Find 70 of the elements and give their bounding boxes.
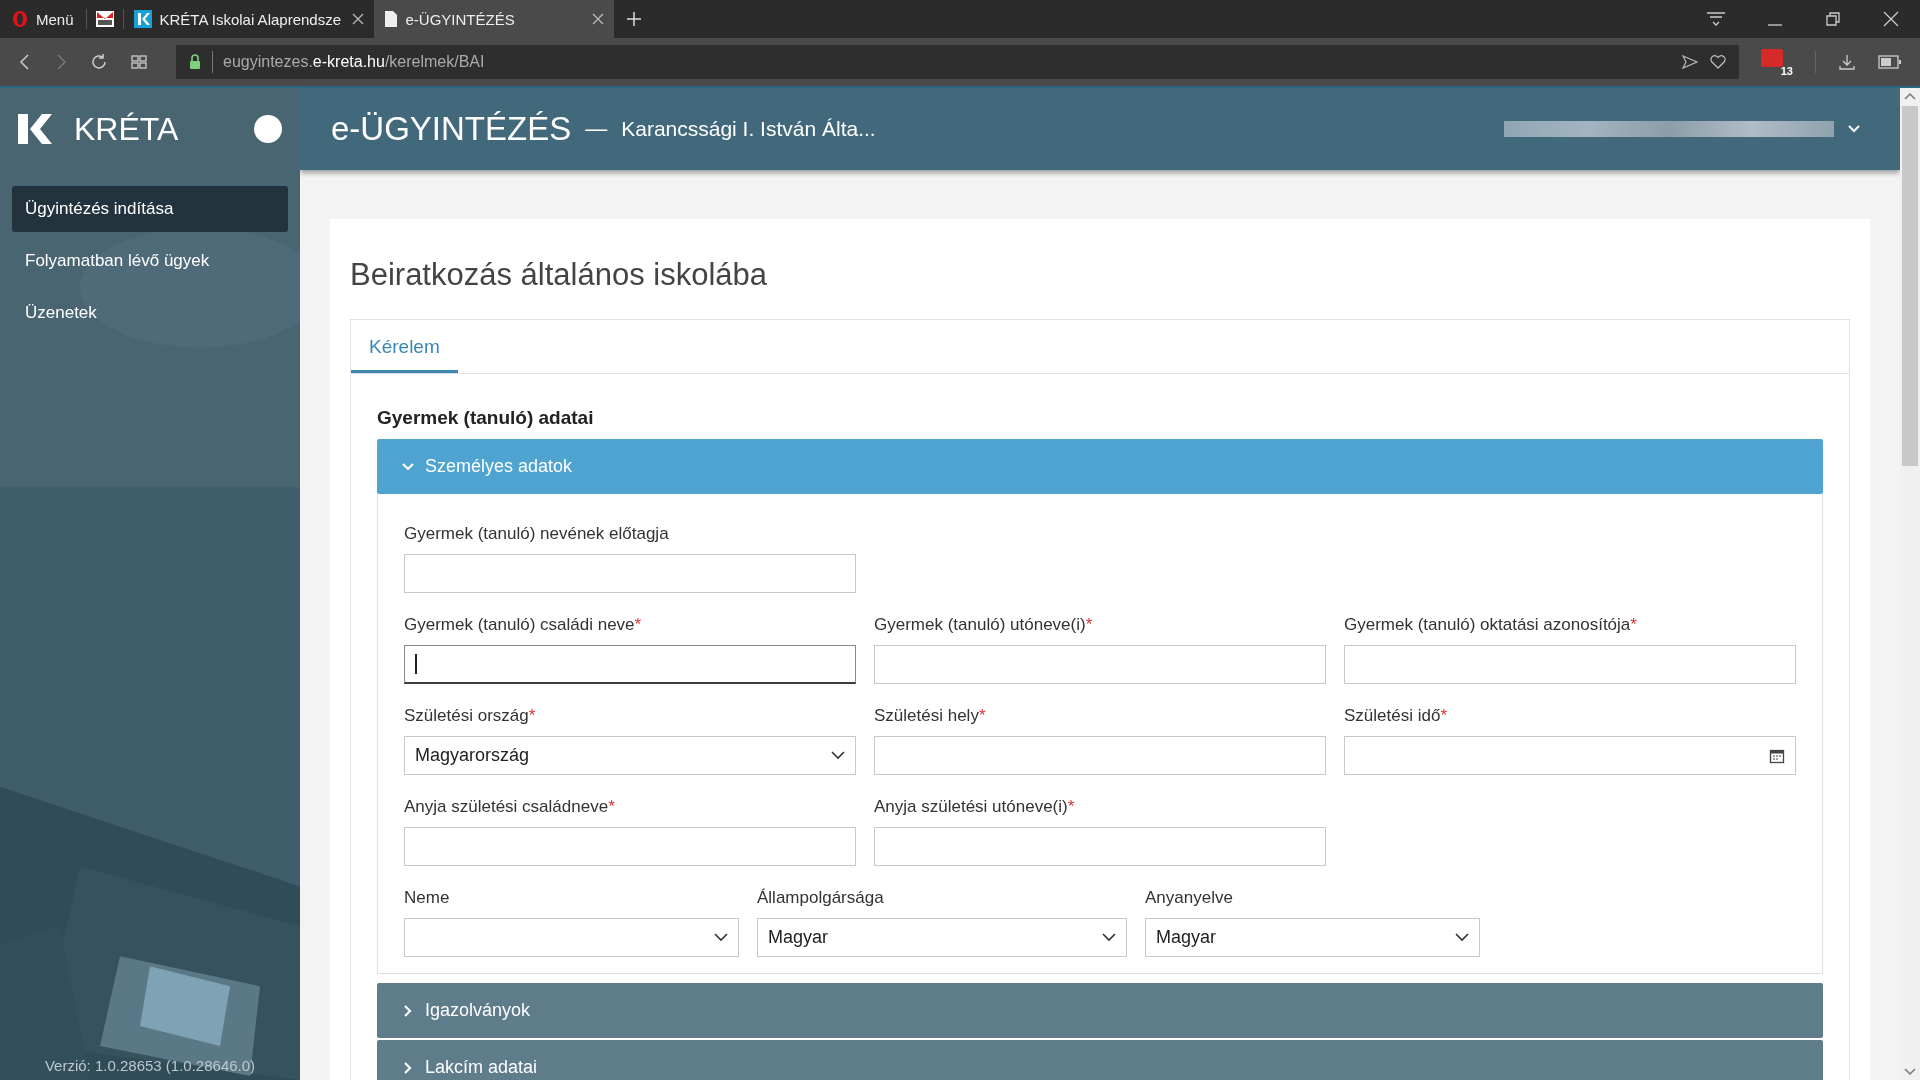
- field-label: Születési idő*: [1344, 706, 1448, 726]
- restore-icon[interactable]: [1824, 11, 1842, 27]
- chevron-down-icon: [831, 751, 845, 760]
- sidebar-item[interactable]: Folyamatban lévő ügyek: [12, 238, 288, 284]
- battery-icon: [1878, 55, 1902, 69]
- field-label: Gyermek (tanuló) családi neve*: [404, 615, 643, 635]
- calendar-icon[interactable]: [1769, 747, 1785, 764]
- input-field[interactable]: [1344, 645, 1796, 684]
- field-label: Gyermek (tanuló) oktatási azonosítója*: [1344, 615, 1638, 635]
- form-tab[interactable]: Kérelem: [351, 320, 458, 373]
- input-field[interactable]: [404, 645, 856, 684]
- field-label: Születési ország*: [404, 706, 537, 726]
- version-text: Verzió: 1.0.28653 (1.0.28646.0): [43, 1057, 257, 1076]
- section-title: Gyermek (tanuló) adatai: [377, 407, 595, 429]
- chevron-down-icon: [1455, 933, 1469, 942]
- field-label: Állampolgársága: [757, 888, 885, 908]
- close-icon[interactable]: [1882, 11, 1900, 27]
- select-field[interactable]: Magyarország: [404, 736, 856, 775]
- close-icon[interactable]: [351, 13, 364, 25]
- title-separator: —: [585, 116, 608, 142]
- field-label: Anyja születési családneve*: [404, 797, 616, 817]
- chevron-down-icon[interactable]: [1848, 125, 1860, 133]
- input-field[interactable]: [874, 645, 1326, 684]
- field-label: Anyanyelve: [1145, 888, 1234, 908]
- input-field[interactable]: [874, 827, 1326, 866]
- heart-icon[interactable]: [1709, 54, 1727, 70]
- select-field[interactable]: Magyar: [757, 918, 1127, 957]
- app-title: e-ÜGYINTÉZÉS: [331, 110, 572, 148]
- address-bar[interactable]: eugyintezes.e-kreta.hu/kerelmek/BAI: [176, 45, 1739, 79]
- extension-button[interactable]: 13: [1761, 47, 1793, 77]
- sidebar-item[interactable]: Ügyintézés indítása: [12, 186, 288, 232]
- browser-tab[interactable]: e-ÜGYINTÉZÉS: [373, 0, 614, 38]
- document-icon: [383, 10, 398, 28]
- field-label: Gyermek (tanuló) utóneve(i)*: [874, 615, 1094, 635]
- menu-button[interactable]: Menü: [0, 0, 86, 38]
- input-field[interactable]: [404, 827, 856, 866]
- accordion-header[interactable]: Igazolványok: [377, 983, 1823, 1038]
- input-field[interactable]: [404, 554, 856, 593]
- new-tab-icon[interactable]: [625, 11, 642, 27]
- select-field[interactable]: [404, 918, 739, 957]
- page-title: Beiratkozás általános iskolába: [350, 257, 769, 293]
- lock-icon: [188, 54, 202, 70]
- accordion-header[interactable]: Lakcím adatai: [377, 1040, 1823, 1080]
- mail-icon: [94, 9, 115, 29]
- field-label: Anyja születési utóneve(i)*: [874, 797, 1076, 817]
- sidebar-item[interactable]: Üzenetek: [12, 290, 288, 336]
- school-name: Karancssági I. István Álta...: [621, 117, 876, 141]
- opera-logo-icon: [12, 10, 28, 28]
- url-text: eugyintezes.e-kreta.hu/kerelmek/BAI: [223, 53, 485, 71]
- date-field[interactable]: [1344, 736, 1796, 775]
- k-logo-icon: [18, 114, 52, 144]
- back-icon[interactable]: [18, 53, 32, 71]
- close-icon[interactable]: [591, 13, 604, 25]
- scroll-up-icon[interactable]: [1904, 92, 1916, 100]
- input-field[interactable]: [874, 736, 1326, 775]
- scrollbar[interactable]: [1900, 88, 1920, 1080]
- download-icon[interactable]: [1838, 53, 1856, 71]
- chevron-down-icon: [1102, 933, 1116, 942]
- field-label: Neme: [404, 888, 451, 908]
- scroll-down-icon[interactable]: [1904, 1068, 1916, 1076]
- field-label: Születési hely*: [874, 706, 987, 726]
- k-logo-icon: [133, 10, 152, 28]
- reload-icon[interactable]: [90, 53, 108, 71]
- send-icon[interactable]: [1681, 54, 1699, 70]
- field-label: Gyermek (tanuló) nevének előtagja: [404, 524, 670, 544]
- select-field[interactable]: Magyar: [1145, 918, 1480, 957]
- brand-name: KRÉTA: [74, 110, 180, 148]
- chevron-down-icon: [714, 933, 728, 942]
- grid-icon[interactable]: [130, 53, 148, 71]
- tab-menu-icon[interactable]: [1706, 11, 1726, 27]
